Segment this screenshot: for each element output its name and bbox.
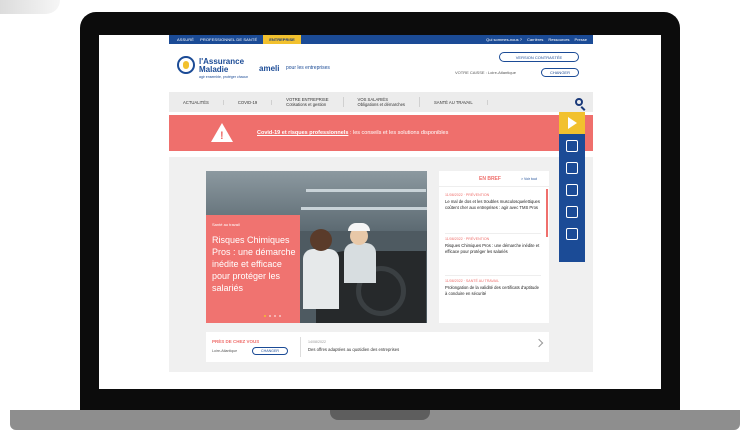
hero-title: Risques Chimiques Pros : une démarche in… bbox=[212, 235, 296, 293]
carousel-dots bbox=[264, 315, 284, 317]
nav-item-sante-travail[interactable]: SANTÉ AU TRAVAIL bbox=[420, 99, 488, 105]
main-nav: ACTUALITÉS COVID-19 VOTRE ENTREPRISE Coti… bbox=[169, 92, 593, 112]
alert-banner: ! Covid-19 et risques professionnels : l… bbox=[169, 115, 593, 151]
main-content: Santé au travail Risques Chimiques Pros … bbox=[169, 157, 593, 372]
assurance-maladie-logo-icon[interactable] bbox=[177, 56, 195, 74]
site-header: l'Assurance Maladie agir ensemble, proté… bbox=[169, 44, 593, 92]
chat-icon[interactable] bbox=[566, 140, 578, 152]
news-panel-title: EN BREF bbox=[479, 176, 501, 182]
document-icon[interactable] bbox=[566, 162, 578, 174]
search-icon[interactable] bbox=[575, 98, 583, 106]
topbar-link-presse[interactable]: Presse bbox=[575, 37, 587, 42]
local-bar: PRÈS DE CHEZ VOUS Loire-Atlantique CHANG… bbox=[206, 332, 549, 362]
caisse-label: VOTRE CAISSE : Loire-Atlantique bbox=[455, 70, 516, 75]
laptop-screen: ASSURÉ PROFESSIONNEL DE SANTÉ ENTREPRISE… bbox=[99, 35, 661, 389]
news-item[interactable]: 11/08/2022 · PRÉVENTION Risques Chimique… bbox=[445, 237, 541, 254]
local-title: PRÈS DE CHEZ VOUS bbox=[212, 339, 260, 344]
carousel-dot[interactable] bbox=[264, 315, 266, 317]
nav-item-entreprise[interactable]: VOTRE ENTREPRISE Cotisations et gestion bbox=[272, 97, 344, 107]
topbar-link-carrieres[interactable]: Carrières bbox=[527, 37, 543, 42]
topbar-link-professionnel[interactable]: PROFESSIONNEL DE SANTÉ bbox=[200, 37, 257, 42]
news-item[interactable]: 11/08/2022 · SANTÉ AU TRAVAIL Prolongati… bbox=[445, 279, 541, 296]
card-icon[interactable] bbox=[566, 184, 578, 196]
nav-item-covid[interactable]: COVID-19 bbox=[224, 99, 273, 105]
logo-tagline: agir ensemble, protéger chacun bbox=[199, 75, 249, 79]
user-icon[interactable] bbox=[566, 228, 578, 240]
carousel-dot[interactable] bbox=[274, 315, 276, 317]
alert-link[interactable]: Covid-19 et risques professionnels bbox=[257, 130, 348, 136]
carousel-dot[interactable] bbox=[269, 315, 271, 317]
desk-shadow bbox=[0, 0, 60, 14]
alert-text: Covid-19 et risques professionnels : les… bbox=[257, 130, 449, 136]
contrast-version-button[interactable]: VERSION CONTRASTÉE bbox=[499, 52, 579, 62]
carousel-dot[interactable] bbox=[279, 315, 281, 317]
news-panel-header: EN BREF > Voir tout bbox=[439, 171, 549, 187]
hero-kicker: Santé au travail bbox=[212, 222, 240, 227]
topbar-right-links: Qui sommes-nous ? Carrières Ressources P… bbox=[481, 37, 593, 42]
nav-item-salaries[interactable]: VOS SALARIÉS Obligations et démarches bbox=[344, 97, 421, 107]
chevron-right-icon[interactable] bbox=[534, 338, 544, 348]
logo-line2: Maladie bbox=[199, 65, 229, 74]
news-panel: EN BREF > Voir tout 11/08/2022 · PRÉVENT… bbox=[439, 171, 549, 323]
topbar-link-entreprise[interactable]: ENTREPRISE bbox=[263, 35, 301, 44]
nav-item-actualites[interactable]: ACTUALITÉS bbox=[169, 99, 224, 105]
ameli-brand[interactable]: ameli bbox=[259, 64, 279, 73]
local-news-text[interactable]: Des offres adaptées au quotidien des ent… bbox=[308, 347, 399, 352]
floating-toolbar bbox=[559, 112, 585, 262]
top-bar: ASSURÉ PROFESSIONNEL DE SANTÉ ENTREPRISE… bbox=[169, 35, 593, 44]
people-icon[interactable] bbox=[566, 206, 578, 218]
ameli-subtitle: pour les entreprises bbox=[286, 65, 330, 71]
news-scrollbar[interactable] bbox=[546, 189, 548, 237]
local-news-date: 14/08/2022 bbox=[308, 340, 326, 344]
topbar-link-ressources[interactable]: Ressources bbox=[548, 37, 569, 42]
hero-carousel[interactable]: Santé au travail Risques Chimiques Pros … bbox=[206, 171, 427, 323]
laptop-notch bbox=[330, 410, 430, 420]
see-all-link[interactable]: > Voir tout bbox=[521, 177, 537, 181]
toolbar-play-button[interactable] bbox=[559, 112, 585, 134]
change-caisse-button[interactable]: CHANGER bbox=[541, 68, 579, 77]
local-region: Loire-Atlantique bbox=[212, 349, 238, 353]
hero-card[interactable]: Santé au travail Risques Chimiques Pros … bbox=[206, 215, 300, 323]
news-item[interactable]: 11/08/2022 · PRÉVENTION Le mal de dos et… bbox=[445, 193, 541, 210]
play-icon bbox=[568, 117, 577, 129]
topbar-link-qui-sommes-nous[interactable]: Qui sommes-nous ? bbox=[486, 37, 522, 42]
change-region-button[interactable]: CHANGER bbox=[252, 347, 288, 355]
topbar-link-assure[interactable]: ASSURÉ bbox=[177, 37, 194, 42]
